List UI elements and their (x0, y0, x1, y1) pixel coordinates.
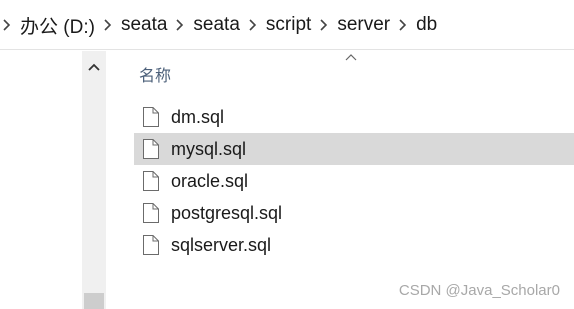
chevron-right-icon[interactable] (317, 18, 331, 32)
breadcrumb-item-seata-inner[interactable]: seata (187, 14, 245, 36)
file-row[interactable]: postgresql.sql (134, 197, 574, 229)
file-row[interactable]: oracle.sql (134, 165, 574, 197)
file-list: dm.sql mysql.sql oracle.sql postgresql.s… (134, 101, 574, 261)
chevron-right-icon[interactable] (246, 18, 260, 32)
file-icon (142, 170, 160, 192)
navigation-pane (0, 51, 78, 309)
breadcrumb-item-script[interactable]: script (260, 14, 317, 36)
column-header-name[interactable]: 名称 (139, 62, 171, 86)
vertical-scrollbar[interactable] (82, 51, 106, 309)
sort-ascending-icon (345, 54, 357, 61)
chevron-right-icon[interactable] (0, 18, 14, 32)
address-bar[interactable]: 办公 (D:) seata seata script server db (0, 0, 574, 50)
scrollbar-thumb[interactable] (84, 293, 104, 309)
file-row[interactable]: dm.sql (134, 101, 574, 133)
file-name: dm.sql (171, 106, 225, 127)
file-icon (142, 106, 160, 128)
chevron-right-icon[interactable] (101, 18, 115, 32)
watermark: CSDN @Java_Scholar0 (398, 282, 560, 299)
file-name: sqlserver.sql (171, 234, 272, 255)
chevron-right-icon[interactable] (396, 18, 410, 32)
chevron-right-icon[interactable] (173, 18, 187, 32)
file-name: oracle.sql (171, 170, 249, 191)
breadcrumb-item-seata[interactable]: seata (115, 14, 173, 36)
file-row[interactable]: sqlserver.sql (134, 229, 574, 261)
breadcrumb-item-drive[interactable]: 办公 (D:) (14, 12, 101, 39)
file-row-selected[interactable]: mysql.sql (134, 133, 574, 165)
chevron-up-icon[interactable] (82, 55, 106, 79)
breadcrumb-item-server[interactable]: server (331, 14, 396, 36)
file-icon (142, 234, 160, 256)
breadcrumb: 办公 (D:) seata seata script server db (0, 9, 443, 41)
file-icon (142, 138, 160, 160)
file-name: mysql.sql (171, 138, 247, 159)
file-icon (142, 202, 160, 224)
file-name: postgresql.sql (171, 202, 283, 223)
breadcrumb-item-db[interactable]: db (410, 14, 443, 36)
